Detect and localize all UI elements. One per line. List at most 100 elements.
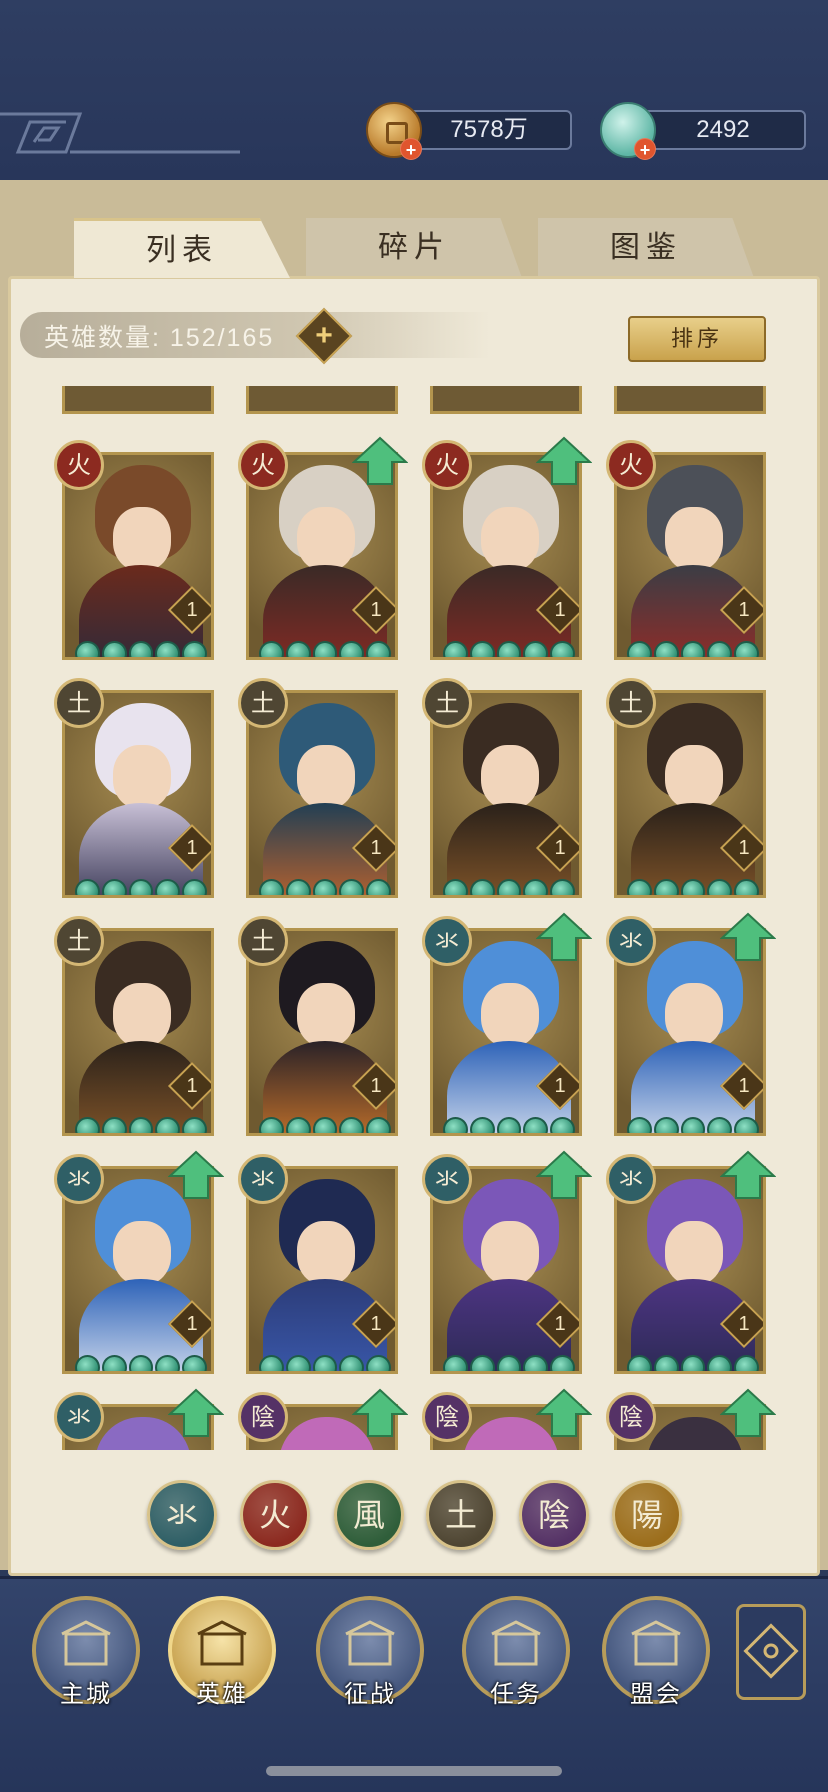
city-gate-icon [61, 1620, 111, 1666]
hero-card-stub[interactable] [430, 386, 582, 414]
upgrade-arrow-icon [536, 1150, 592, 1199]
nav-label: 任务 [490, 1681, 542, 1708]
plus-icon: + [315, 319, 333, 352]
hero-card[interactable]: 1土 [422, 678, 582, 898]
hero-face [665, 745, 723, 809]
hero-level: 1 [554, 599, 566, 621]
hero-card[interactable]: 1火 [422, 436, 592, 660]
filter-yang-icon[interactable]: 陽 [612, 1480, 682, 1550]
filter-fire-icon[interactable]: 火 [240, 1480, 310, 1550]
hero-card-stub[interactable] [62, 386, 214, 414]
element-fire-icon: 火 [422, 440, 472, 490]
hero-card[interactable]: 陰 [238, 1388, 408, 1450]
battle-banner-icon [345, 1620, 395, 1666]
jade-star-icon [182, 879, 207, 895]
add-jade-button[interactable]: + [634, 138, 656, 160]
hero-count-label: 英雄数量: 152/165 [44, 324, 275, 352]
jade-star-icon [366, 879, 391, 895]
hero-card[interactable]: 1氺 [606, 1150, 776, 1374]
hero-card-stub[interactable] [614, 386, 766, 414]
hero-card[interactable]: 1火 [54, 440, 214, 660]
filter-earth-icon[interactable]: 土 [426, 1480, 496, 1550]
star-rating [259, 879, 391, 895]
coin-value: 7578万 [406, 110, 572, 150]
tab-fragments[interactable]: 碎片 [306, 218, 522, 278]
tab-codex[interactable]: 图鉴 [538, 218, 754, 278]
element-water-icon: 氺 [238, 1154, 288, 1204]
jade-star-icon [523, 1117, 549, 1133]
hero-card[interactable]: 1氺 [606, 912, 776, 1136]
jade-star-icon [443, 1117, 468, 1133]
hero-level: 1 [186, 1313, 198, 1335]
jade-star-icon [496, 641, 522, 657]
upgrade-arrow-icon [352, 436, 408, 485]
hero-face [297, 983, 355, 1047]
hero-card[interactable]: 1土 [54, 916, 214, 1136]
jade-star-icon [312, 641, 338, 657]
hero-face [113, 507, 171, 571]
jade-star-icon [496, 1355, 522, 1371]
hero-grid[interactable]: 1火1火1火1火1土1土1土1土1土1土1氺1氺1氺1氺1氺1氺氺陰陰陰 [40, 386, 800, 1450]
hero-card[interactable]: 1火 [238, 436, 408, 660]
star-rating [75, 879, 207, 895]
jade-star-icon [550, 641, 575, 657]
element-water-icon: 氺 [606, 916, 656, 966]
star-rating [443, 1355, 575, 1371]
hero-face [113, 745, 171, 809]
add-coin-button[interactable]: + [400, 138, 422, 160]
hero-card[interactable]: 陰 [422, 1388, 592, 1450]
hero-card-stub[interactable] [246, 386, 398, 414]
jade-star-icon [285, 1117, 311, 1133]
hero-card[interactable]: 1氺 [54, 1150, 224, 1374]
jade-star-icon [182, 1355, 207, 1371]
filter-yin-icon[interactable]: 陰 [519, 1480, 589, 1550]
hero-card[interactable]: 1氺 [422, 912, 592, 1136]
star-rating [75, 1117, 207, 1133]
star-rating [627, 641, 759, 657]
hero-card[interactable]: 1土 [238, 678, 398, 898]
hero-card[interactable]: 1氺 [422, 1150, 592, 1374]
hero-card[interactable]: 1氺 [238, 1154, 398, 1374]
jade-star-icon [496, 879, 522, 895]
hero-card[interactable]: 1火 [606, 440, 766, 660]
hero-face [481, 1221, 539, 1285]
jade-star-icon [653, 1355, 679, 1371]
jade-star-icon [75, 879, 100, 895]
jade-star-icon [707, 879, 733, 895]
jade-star-icon [550, 879, 575, 895]
upgrade-arrow-icon [168, 1388, 224, 1437]
sort-button[interactable]: 排序 [628, 316, 766, 362]
hero-level: 1 [186, 837, 198, 859]
alliance-hall-icon [631, 1620, 681, 1666]
element-earth-icon: 土 [238, 916, 288, 966]
filter-water-icon[interactable]: 氺 [147, 1480, 217, 1550]
hero-card[interactable]: 1土 [606, 678, 766, 898]
hero-card[interactable]: 氺 [54, 1388, 224, 1450]
hero-card[interactable]: 1土 [238, 916, 398, 1136]
hero-card[interactable]: 1土 [54, 678, 214, 898]
jade-star-icon [101, 1355, 127, 1371]
lattice-menu-icon[interactable] [736, 1604, 806, 1700]
jade-star-icon [734, 641, 759, 657]
hero-level: 1 [738, 1313, 750, 1335]
filter-wind-icon[interactable]: 風 [334, 1480, 404, 1550]
jade-star-icon [128, 1117, 154, 1133]
upgrade-arrow-icon [352, 1388, 408, 1437]
jade-star-icon [680, 1117, 706, 1133]
star-rating [443, 879, 575, 895]
jade-star-icon [101, 641, 127, 657]
element-water-icon: 氺 [606, 1154, 656, 1204]
element-earth-icon: 土 [54, 916, 104, 966]
jade-star-icon [75, 1355, 100, 1371]
jade-star-icon [285, 1355, 311, 1371]
element-earth-icon: 土 [606, 678, 656, 728]
element-earth-icon: 土 [54, 678, 104, 728]
jade-star-icon [550, 1355, 575, 1371]
tab-list[interactable]: 列表 [74, 218, 290, 278]
upgrade-arrow-icon [720, 912, 776, 961]
hero-level: 1 [554, 1075, 566, 1097]
hero-card[interactable]: 陰 [606, 1388, 776, 1450]
jade-value: 2492 [640, 110, 806, 150]
jade-star-icon [469, 1355, 495, 1371]
jade-star-icon [128, 641, 154, 657]
